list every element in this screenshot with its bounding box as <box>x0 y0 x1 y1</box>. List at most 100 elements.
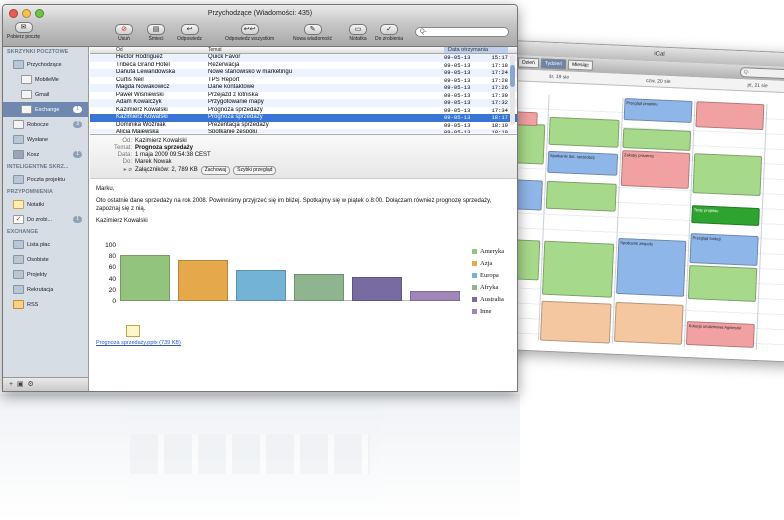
sidebar-item-notes[interactable]: Notatki <box>3 197 88 212</box>
message-list[interactable]: Od Temat Data otrzymania Hector Rodrigue… <box>90 47 517 133</box>
junk-button[interactable]: ▤ Śmieci <box>147 23 165 42</box>
ical-tab-month[interactable]: Miesiąc <box>567 59 594 71</box>
fetch-mail-button[interactable]: ✉ Pobierz pocztę <box>7 21 40 40</box>
toolbar: ✉ Pobierz pocztę ⊘ Usuń ▤ Śmieci ↩ Odpowiedz… <box>3 21 517 47</box>
cell-time: 17:34 <box>491 106 508 114</box>
close-button[interactable] <box>9 9 18 18</box>
cell-date: 09-05-13 <box>444 106 471 114</box>
cell-subject: Przygotowanie mapy <box>208 99 264 105</box>
delete-button[interactable]: ⊘ Usuń <box>115 23 133 42</box>
chart-bar <box>294 273 344 301</box>
sidebar-item-sent[interactable]: Wysłane <box>3 132 88 147</box>
ical-event[interactable]: Przegląd funkcji <box>689 233 759 267</box>
ical-tab-week[interactable]: Tydzień <box>540 58 567 70</box>
zoom-button[interactable] <box>35 9 44 18</box>
ical-event[interactable]: Spotkanie zespołu <box>616 237 687 297</box>
sidebar-item-projects[interactable]: Projekty <box>3 267 88 282</box>
sidebar-item-gmail[interactable]: Gmail <box>3 87 88 102</box>
sidebar-item-todo[interactable]: ✓ Do zrobi... 1 <box>3 212 88 227</box>
sidebar-item-mobileme[interactable]: MobileMe <box>3 72 88 87</box>
sidebar-item-rss[interactable]: RSS <box>3 297 88 312</box>
y-tick-label: 0 <box>112 298 116 305</box>
cell-date: 09-05-13 <box>444 76 471 84</box>
ical-grid[interactable]: Przegląd projektu Spotkanie dot. sprzeda… <box>497 92 784 352</box>
table-row[interactable]: Magda Nowakowicz Dane kontaktowe 09-05-13 1… <box>90 84 517 92</box>
attachment-link[interactable]: Prognoza sprzedaży.pptx (739 KB) <box>96 325 181 346</box>
window-titlebar: Przychodzące (Wiadomości: 435) <box>3 5 517 23</box>
drafts-icon <box>13 120 24 129</box>
legend-entry: Ameryka <box>472 245 504 257</box>
mailbox-icon <box>21 105 32 114</box>
table-row[interactable]: Tribeca Grand Hotel Rezerwacja 09-05-13 17:… <box>90 62 517 70</box>
reply-all-button[interactable]: ↩↩ Odpowiedz wszystkim <box>225 23 274 42</box>
folder-icon <box>13 240 24 249</box>
subject-value: Prognoza sprzedaży <box>135 145 194 151</box>
sidebar-item-trash[interactable]: Kosz 1 <box>3 147 88 162</box>
mail-window[interactable]: Przychodzące (Wiadomości: 435) ✉ Pobierz … <box>2 4 518 392</box>
ical-event[interactable]: Kolacja urodzinowa Agnieszki <box>685 320 755 348</box>
sidebar-item-project-mail[interactable]: Poczta projektu <box>3 172 88 187</box>
list-scrollbar[interactable] <box>510 55 515 125</box>
unread-badge: 1 <box>73 106 82 113</box>
add-mailbox-button[interactable]: + <box>9 381 13 388</box>
from-value: Kazimierz Kowalski <box>135 138 187 144</box>
compose-icon: ✎ <box>303 24 322 35</box>
sidebar-item-exchange[interactable]: Exchange 1 <box>3 102 88 117</box>
cell-date: 09-05-13 <box>444 114 471 121</box>
ical-event[interactable]: Spotkanie dot. sprzedaży <box>547 150 619 176</box>
table-row[interactable]: Alicja Majewska Spotkanie zespołu 09-05-13… <box>90 129 517 133</box>
window-reflection <box>0 394 520 520</box>
ical-search-input[interactable]: Q- <box>739 67 784 80</box>
sidebar-item-drafts[interactable]: Robocze 3 <box>3 117 88 132</box>
ical-event[interactable]: Zakupy prezentu <box>620 150 691 189</box>
show-activity-button[interactable]: ▣ <box>17 381 24 388</box>
gear-icon[interactable]: ⚙ <box>28 381 34 388</box>
ical-event[interactable]: Przegląd projektu <box>623 98 693 123</box>
cell-time: 17:26 <box>491 84 508 91</box>
cell-subject: Prognoza sprzedaży <box>208 106 263 113</box>
table-row[interactable]: Curtis Neil TPS Report 09-05-13 17:28 <box>90 77 517 85</box>
message-header: Od: Kazimierz Kowalski Temat: Prognoza spr… <box>90 135 517 179</box>
cell-date: 09-05-13 <box>444 91 471 99</box>
column-subject[interactable]: Temat <box>208 47 444 53</box>
folder-icon <box>13 270 24 279</box>
chart-bar <box>120 255 170 301</box>
table-row[interactable]: Hector Rodriguez Quick Favor 09-05-13 15:17 <box>90 54 517 62</box>
cell-date: 09-05-13 <box>444 69 471 76</box>
envelope-icon: ✉ <box>14 22 33 33</box>
cell-from: Dominika Woźniak <box>116 121 166 128</box>
table-row[interactable]: Paweł Wiśniewski Przejazd z lotniska 09-05… <box>90 92 517 100</box>
ical-tab-day[interactable]: Dzień <box>517 57 540 69</box>
sidebar-item-recruitment[interactable]: Rekrutacja <box>3 282 88 297</box>
attachments-summary: Załączników: 2, 789 KB <box>135 167 198 173</box>
reply-icon: ↩ <box>180 24 199 35</box>
column-date[interactable]: Data otrzymania <box>444 47 508 53</box>
save-button[interactable]: Zachowaj <box>200 166 231 175</box>
sidebar-item-personal[interactable]: Osobiste <box>3 252 88 267</box>
sidebar-item-payroll[interactable]: Lista płac <box>3 237 88 252</box>
table-row[interactable]: Dominika Woźniak Prezentacja sprzedaży 09-… <box>90 122 517 130</box>
cell-time: 17:28 <box>491 76 508 84</box>
cell-time: 17:24 <box>491 69 508 76</box>
sidebar-item-inbox[interactable]: Przychodzące <box>3 57 88 72</box>
reply-button[interactable]: ↩ Odpowiedz <box>177 23 202 42</box>
cell-subject: TPS Report <box>208 76 240 83</box>
new-message-button[interactable]: ✎ Nowa wiadomość <box>293 23 332 42</box>
table-row[interactable]: Adam Kowalczyk Przygotowanie mapy 09-05-13… <box>90 99 517 107</box>
quick-look-button[interactable]: Szybki przegląd <box>233 166 277 175</box>
table-row[interactable]: Kazimierz Kowalski Prognoza sprzedaży 09-0… <box>90 114 517 122</box>
ical-event[interactable]: Testy projektu <box>691 205 760 227</box>
minimize-button[interactable] <box>22 9 31 18</box>
window-title: Przychodzące (Wiadomości: 435) <box>207 10 313 17</box>
note-button[interactable]: ▭ Notatka <box>349 23 367 42</box>
search-input[interactable]: Q- <box>415 27 509 37</box>
column-from[interactable]: Od <box>90 47 208 53</box>
sales-bar-chart: 100 80 60 40 20 0 Ameryka Azja Europa Afryka Austr… <box>96 242 504 317</box>
document-icon <box>126 325 140 337</box>
mailbox-icon <box>21 75 32 84</box>
table-row[interactable]: Danuta Lewandowska Nowe stanowisko w mark… <box>90 69 517 77</box>
legend-entry: Australia <box>472 293 504 305</box>
table-row[interactable]: Kazimierz Kowalski Prognoza sprzedaży 09-0… <box>90 107 517 115</box>
todo-button[interactable]: ✓ Do zrobienia <box>375 23 403 42</box>
ical-window[interactable]: iCal Dzień Tydzień Miesiąc Q- śr, 19 sie… <box>496 40 784 363</box>
